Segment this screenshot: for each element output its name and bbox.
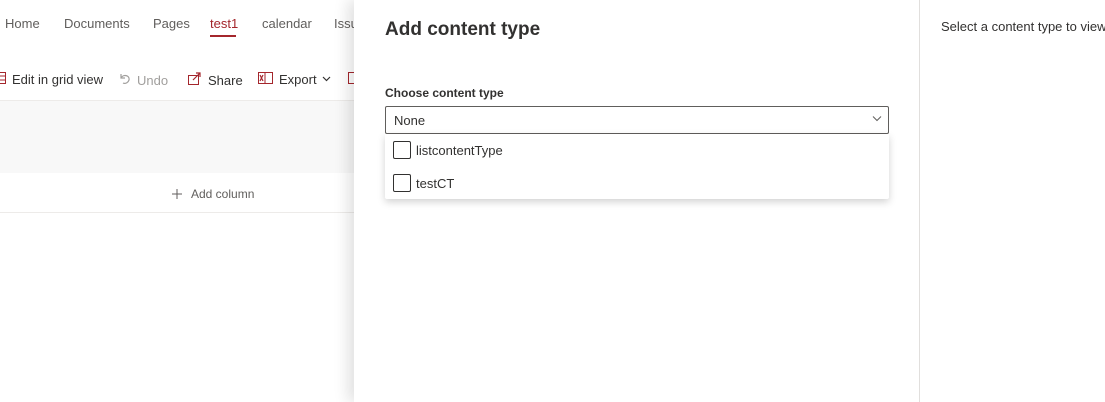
add-content-type-panel: Add content type Choose content type Non… (354, 0, 1105, 402)
edit-grid-view-label: Edit in grid view (12, 72, 104, 87)
undo-button[interactable]: Undo (118, 72, 168, 88)
content-type-options-list: listcontentType testCT (385, 134, 889, 199)
checkbox[interactable] (393, 174, 411, 192)
edit-grid-view-button[interactable]: Edit in grid view (0, 72, 103, 87)
column-header-row: Add column (0, 173, 360, 213)
chevron-down-icon (872, 113, 882, 125)
site-navigation: Home Documents Pages test1 calendar Issu (0, 0, 360, 46)
list-header-area (0, 101, 360, 173)
share-label: Share (208, 72, 243, 88)
panel-title: Add content type (385, 19, 541, 40)
nav-item-documents[interactable]: Documents (64, 16, 130, 31)
preview-divider (919, 0, 920, 402)
nav-item-home[interactable]: Home (5, 16, 40, 31)
add-column-label: Add column (191, 187, 255, 201)
dropdown-selected-value: None (394, 113, 426, 128)
undo-label: Undo (137, 72, 169, 88)
chevron-down-icon (322, 74, 331, 85)
nav-item-calendar[interactable]: calendar (262, 16, 312, 31)
share-button[interactable]: Share (188, 72, 243, 88)
preview-placeholder-text: Select a content type to view (941, 19, 1105, 34)
grid-icon (0, 72, 6, 87)
option-label: testCT (416, 175, 455, 191)
nav-item-test1[interactable]: test1 (210, 16, 238, 31)
content-type-dropdown[interactable]: None (385, 106, 889, 134)
active-nav-indicator (210, 35, 236, 37)
option-label: listcontentType (416, 142, 503, 158)
option-listcontenttype[interactable]: listcontentType (393, 140, 503, 160)
nav-item-pages[interactable]: Pages (153, 16, 190, 31)
command-bar: Edit in grid view Undo Share Export (0, 60, 360, 100)
choose-content-type-label: Choose content type (385, 86, 504, 100)
share-icon (188, 72, 202, 88)
export-button[interactable]: Export (258, 72, 331, 87)
option-testct[interactable]: testCT (393, 173, 454, 193)
add-column-button[interactable]: Add column (172, 186, 254, 202)
export-label: Export (279, 72, 317, 87)
excel-icon (258, 72, 273, 87)
checkbox[interactable] (393, 141, 411, 159)
plus-icon (172, 186, 182, 202)
undo-icon (118, 72, 131, 88)
